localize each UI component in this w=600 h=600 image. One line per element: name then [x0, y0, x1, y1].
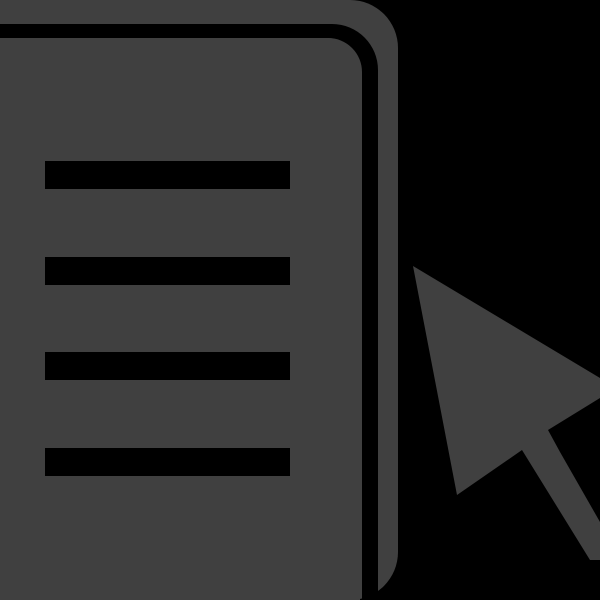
document-click-svg — [0, 0, 600, 600]
cursor-arrow-icon — [413, 266, 600, 560]
text-line-icon — [45, 352, 290, 380]
document-icon — [0, 38, 360, 600]
document-click-icon — [0, 0, 600, 600]
text-line-icon — [45, 161, 290, 189]
text-line-icon — [45, 448, 290, 476]
text-line-icon — [45, 257, 290, 285]
